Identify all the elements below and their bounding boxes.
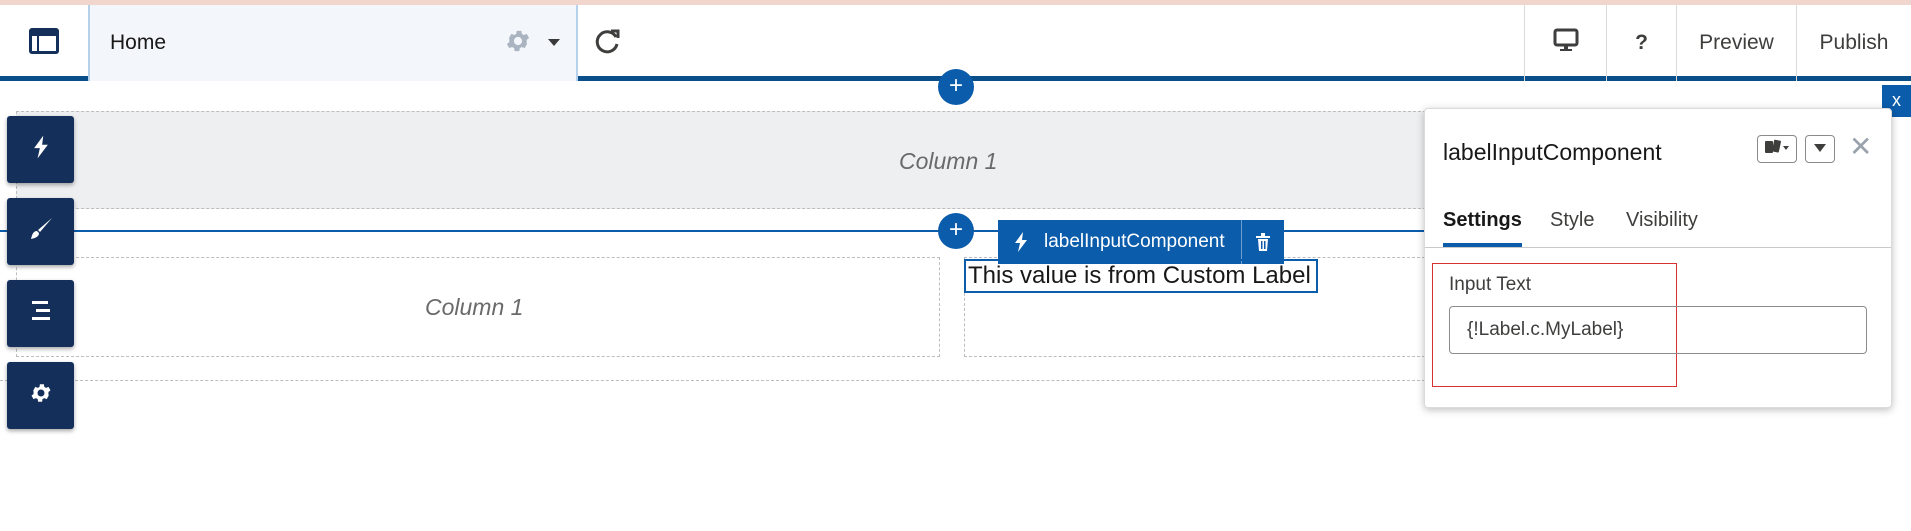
page-structure-button[interactable]	[7, 280, 74, 347]
section-boundary	[0, 380, 1430, 381]
site-settings-button[interactable]	[7, 362, 74, 429]
cards-icon	[1763, 138, 1791, 161]
caret-down-icon	[1813, 140, 1827, 158]
refresh-icon[interactable]	[592, 27, 622, 57]
bottom-left-region[interactable]: Column 1	[16, 257, 940, 357]
tab-settings[interactable]: Settings	[1443, 201, 1522, 247]
input-text-label: Input Text	[1449, 274, 1532, 295]
property-panel: labelInputComponent ✕ Settings Style Vis…	[1424, 108, 1892, 408]
gear-icon[interactable]	[504, 27, 532, 60]
lightning-icon	[33, 135, 49, 164]
page-selector[interactable]: Home	[88, 5, 578, 81]
device-preview-button[interactable]	[1524, 5, 1606, 81]
component-content[interactable]: This value is from Custom Label	[964, 259, 1318, 293]
component-label-tab[interactable]: labelInputComponent	[998, 220, 1284, 264]
trash-icon[interactable]	[1241, 220, 1284, 264]
caret-down-icon[interactable]	[548, 39, 560, 46]
input-text-field[interactable]: {!Label.c.MyLabel}	[1449, 306, 1867, 354]
publish-button[interactable]: Publish	[1796, 5, 1911, 81]
column-label: Column 1	[899, 148, 998, 174]
tab-style[interactable]: Style	[1550, 201, 1594, 247]
theme-button[interactable]	[7, 198, 74, 265]
preview-button[interactable]: Preview	[1676, 5, 1796, 81]
help-button[interactable]: ?	[1606, 5, 1676, 81]
gear-icon	[29, 381, 53, 410]
layout-icon	[28, 27, 60, 60]
top-section-region[interactable]: Column 1	[16, 111, 1436, 209]
component-name: labelInputComponent	[1044, 231, 1225, 252]
lightning-icon	[998, 232, 1044, 252]
tab-visibility[interactable]: Visibility	[1626, 201, 1698, 247]
panel-tabs: Settings Style Visibility	[1425, 201, 1891, 248]
page-name: Home	[110, 31, 167, 54]
panel-options-menu[interactable]	[1805, 135, 1835, 163]
desktop-icon	[1553, 28, 1579, 58]
panel-title: labelInputComponent	[1443, 139, 1662, 165]
column-label: Column 1	[425, 294, 524, 320]
component-variant-menu[interactable]	[1757, 135, 1797, 163]
app-menu-button[interactable]	[0, 5, 88, 81]
add-section-button[interactable]: +	[938, 69, 974, 105]
brush-icon	[28, 216, 54, 247]
add-section-button[interactable]: +	[938, 213, 974, 249]
list-icon	[29, 299, 53, 328]
components-button[interactable]	[7, 116, 74, 183]
close-icon[interactable]: ✕	[1849, 133, 1872, 161]
